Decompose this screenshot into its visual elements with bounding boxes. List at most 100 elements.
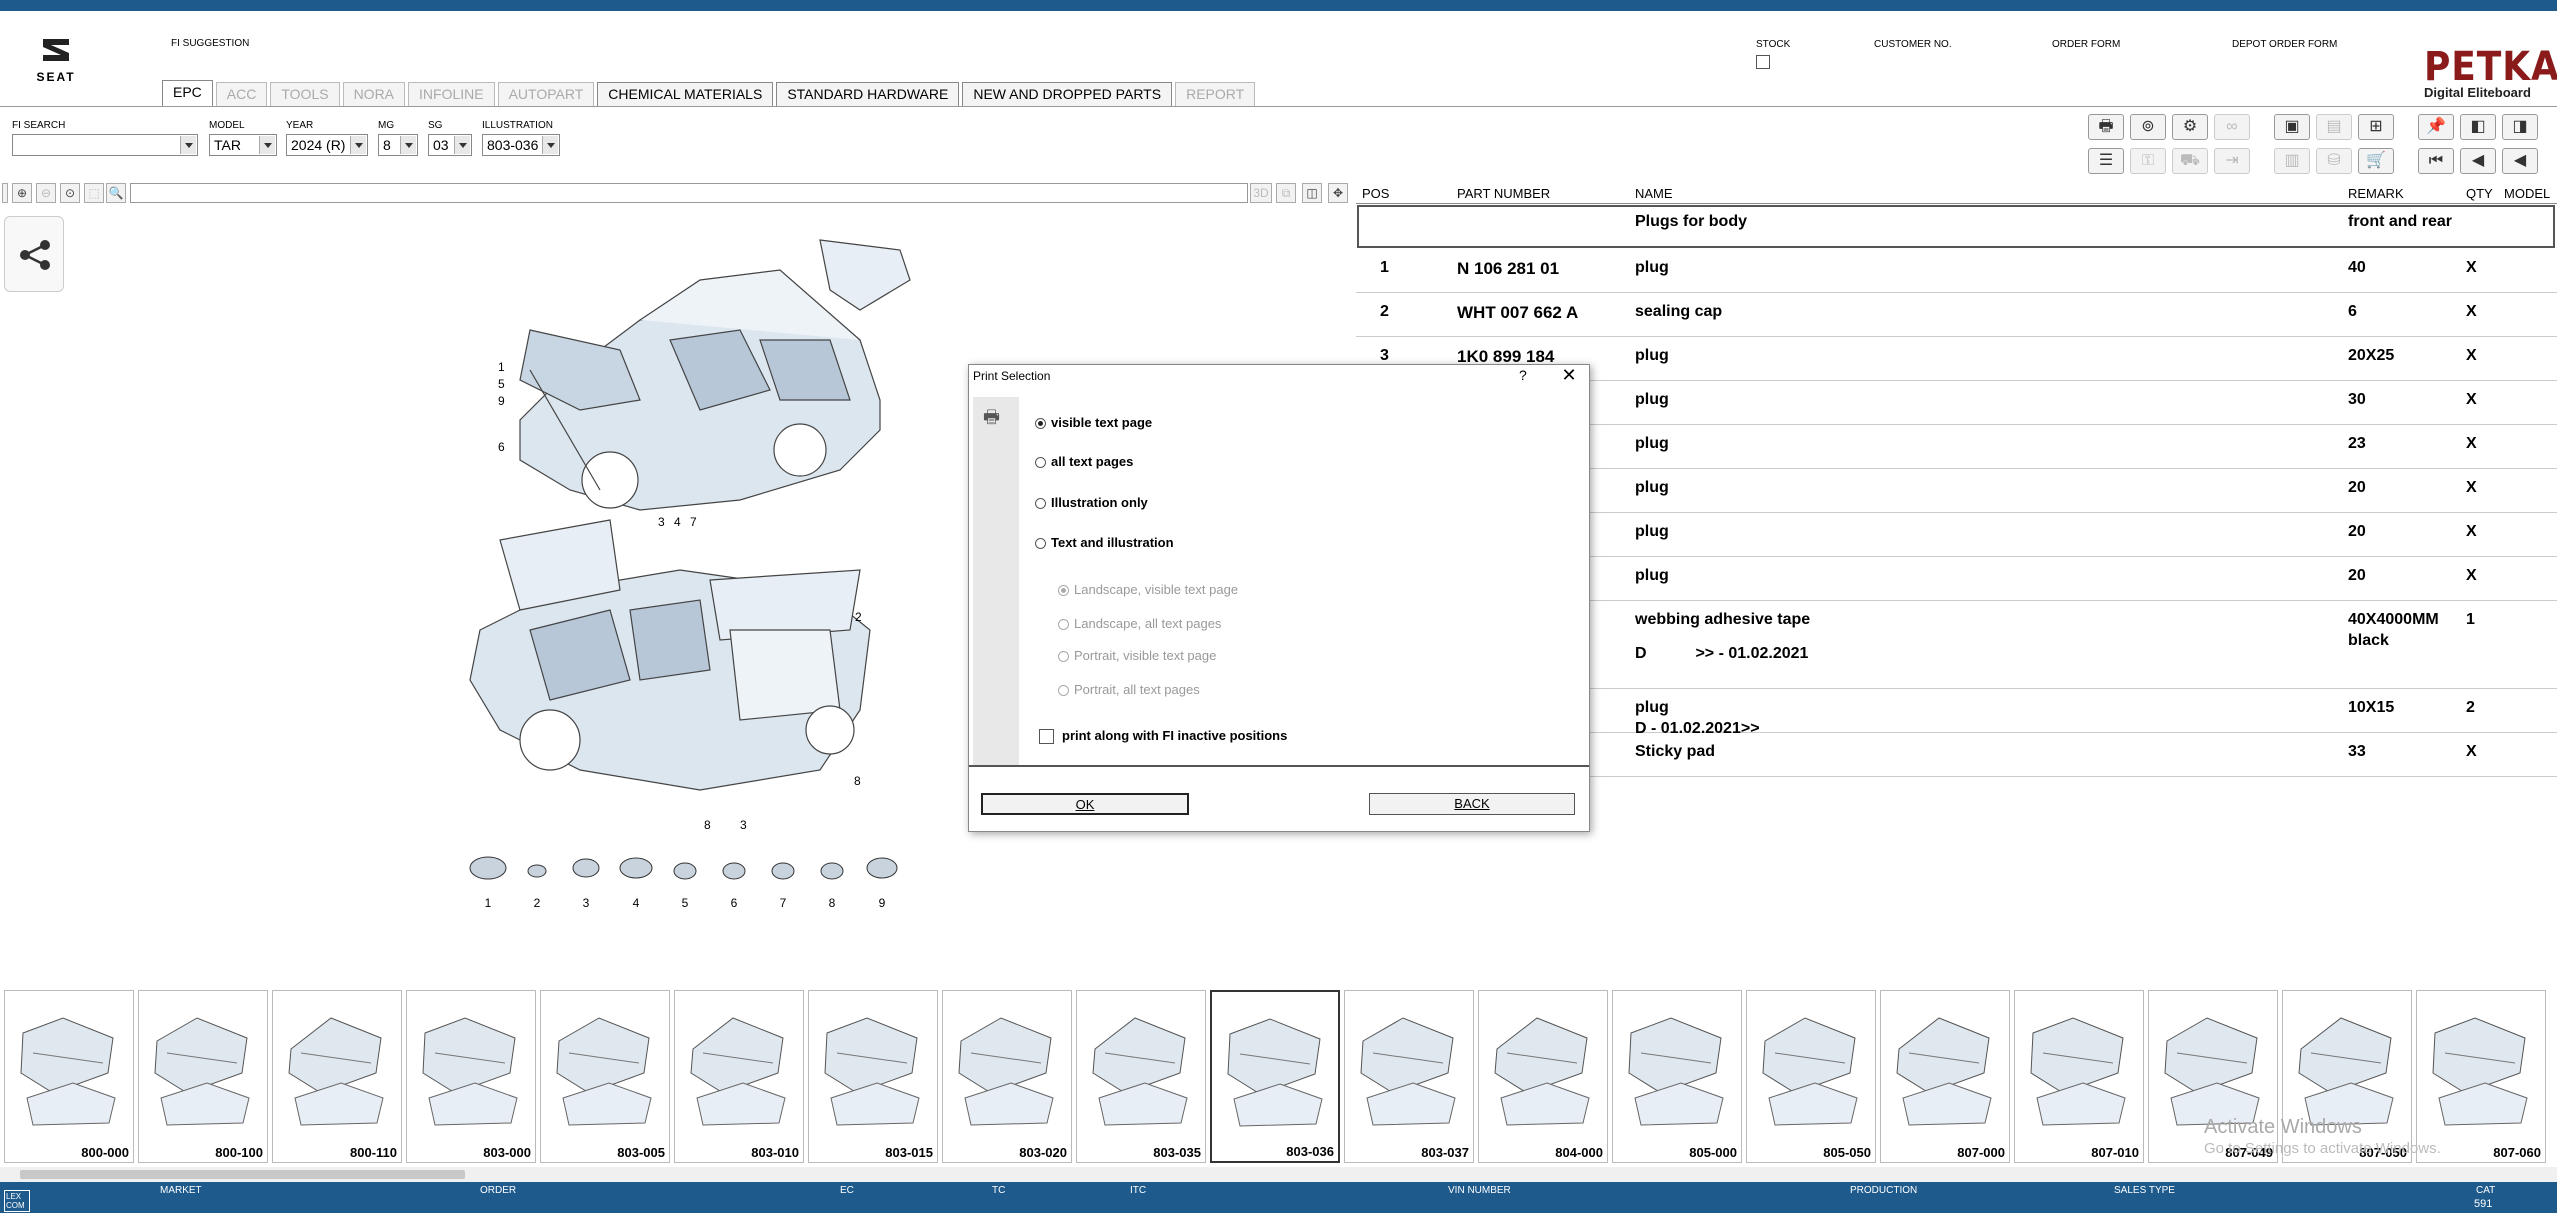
tab-tools[interactable]: TOOLS [270,82,340,107]
radio-off-icon[interactable] [1058,651,1069,663]
tab-report[interactable]: REPORT [1175,82,1256,107]
inactive-positions-option[interactable]: print along with FI inactive positions [1039,728,1287,745]
mg-select[interactable]: 8 [378,134,418,156]
key-icon[interactable]: ⚿ [2130,148,2166,174]
thumbnail-805-050[interactable]: 805-050 [1746,990,1876,1163]
zoom-in-icon[interactable]: ⊕ [12,183,32,203]
sg-select[interactable]: 03 [428,134,472,156]
radio-off-icon[interactable] [1035,457,1046,469]
chevron-down-icon[interactable] [400,136,416,154]
back-button[interactable]: BACK [1369,793,1575,815]
thumbnail-805-000[interactable]: 805-000 [1612,990,1742,1163]
hotspot-search-input[interactable] [130,183,1248,203]
thumbnail-803-020[interactable]: 803-020 [942,990,1072,1163]
thumbnail-803-037[interactable]: 803-037 [1344,990,1474,1163]
tab-autopart[interactable]: AUTOPART [497,82,595,107]
col-qty[interactable]: QTY [2466,186,2493,201]
col-model[interactable]: MODEL [2504,186,2550,201]
search-part-icon[interactable]: ⊚ [2130,114,2166,140]
stock-checkbox[interactable] [1756,55,1770,69]
chevron-down-icon[interactable] [350,136,366,154]
chevron-down-icon[interactable] [454,136,470,154]
car-icon[interactable]: ⛟ [2172,148,2208,174]
radio-on-icon[interactable] [1058,585,1069,597]
callout-1[interactable]: 1 [498,360,505,374]
model-select[interactable]: TAR [209,134,277,156]
thumbnail-803-015[interactable]: 803-015 [808,990,938,1163]
tab-epc[interactable]: EPC [162,80,213,107]
thumbnail-807-000[interactable]: 807-000 [1880,990,2010,1163]
zoom-out-icon[interactable]: ⊖ [36,183,56,203]
callout-2[interactable]: 2 [855,610,862,624]
col-name[interactable]: NAME [1635,186,1673,201]
thumbnail-800-110[interactable]: 800-110 [272,990,402,1163]
suboption-landscape-all[interactable]: Landscape, all text pages [1058,616,1221,631]
cart-icon[interactable]: 🛒 [2358,148,2394,174]
callout-8[interactable]: 8 [854,774,861,788]
tab-chemical-materials[interactable]: CHEMICAL MATERIALS [597,82,774,107]
fi-search-select[interactable] [12,134,198,156]
callout-3b[interactable]: 3 [740,818,747,832]
resize-icon[interactable]: ✥ [1328,183,1348,203]
first-icon[interactable]: ⏮ [2418,148,2454,174]
three-d-button[interactable]: 3D [1250,183,1272,203]
split-view-icon[interactable]: ⧉ [1276,183,1296,203]
col-remark[interactable]: REMARK [2348,186,2404,201]
range-icon[interactable]: ⇥ [2214,148,2250,174]
chevron-down-icon[interactable] [180,136,196,154]
thumbnail-803-036[interactable]: 803-036 [1210,990,1340,1163]
radio-off-icon[interactable] [1035,498,1046,510]
close-icon[interactable]: ✕ [1557,365,1581,387]
cart-add-icon[interactable]: ⊞ [2358,114,2394,140]
radio-off-icon[interactable] [1058,685,1069,697]
thumbnail-800-100[interactable]: 800-100 [138,990,268,1163]
radio-off-icon[interactable] [1058,619,1069,631]
zoom-fit-icon[interactable]: ⊙ [60,183,80,203]
scrollbar-thumb[interactable] [20,1170,465,1179]
radio-on-icon[interactable] [1035,418,1046,430]
thumbnail-800-000[interactable]: 800-000 [4,990,134,1163]
back-icon[interactable]: ◀ [2460,148,2496,174]
year-select[interactable]: 2024 (R) [286,134,368,156]
inactive-positions-checkbox[interactable] [1039,729,1054,745]
ok-button[interactable]: OK [981,793,1189,815]
elsa-icon[interactable]: ▣ [2274,114,2310,140]
option-text-and-illustration[interactable]: Text and illustration [1035,535,1174,550]
thumbnail-803-010[interactable]: 803-010 [674,990,804,1163]
callout-5[interactable]: 5 [498,377,505,391]
table-row[interactable]: 1 N 106 281 01 plug 40 X [1356,249,2557,293]
list-icon[interactable]: ☰ [2088,148,2124,174]
horizontal-scrollbar[interactable] [0,1167,2557,1182]
tab-infoline[interactable]: INFOLINE [408,82,495,107]
suboption-portrait-all[interactable]: Portrait, all text pages [1058,682,1200,697]
callout-6[interactable]: 6 [498,440,505,454]
table-row[interactable]: 2 WHT 007 662 A sealing cap 6 X [1356,293,2557,337]
order-icon[interactable]: ⛁ [2316,148,2352,174]
tab-new-and-dropped-parts[interactable]: NEW AND DROPPED PARTS [962,82,1173,107]
thumbnail-807-060[interactable]: 807-060 [2416,990,2546,1163]
thumbnail-807-010[interactable]: 807-010 [2014,990,2144,1163]
group-row[interactable]: Plugs for body front and rear [1357,205,2555,248]
col-pos[interactable]: POS [1362,186,1389,201]
thumbnail-803-005[interactable]: 803-005 [540,990,670,1163]
magnifier-icon[interactable]: 🔍 [106,183,126,203]
layout-icon[interactable]: ◫ [1302,183,1322,203]
splitter-handle[interactable] [2,183,8,203]
option-all-text-pages[interactable]: all text pages [1035,454,1133,469]
callout-3[interactable]: 3 [658,515,665,529]
callout-4[interactable]: 4 [674,515,681,529]
document-icon[interactable]: ▥ [2274,148,2310,174]
zoom-area-icon[interactable]: ⬚ [84,183,104,203]
tab-acc[interactable]: ACC [215,82,268,107]
compare-icon[interactable]: ∞ [2214,114,2250,140]
chevron-down-icon[interactable] [259,136,275,154]
callout-7[interactable]: 7 [690,515,697,529]
next-page-icon[interactable]: ◨ [2502,114,2538,140]
help-icon[interactable]: ? [1519,367,1527,383]
suboption-portrait-visible[interactable]: Portrait, visible text page [1058,648,1216,663]
triangle-left-icon[interactable]: ◀ [2502,148,2538,174]
option-illustration-only[interactable]: Illustration only [1035,495,1148,510]
pin-icon[interactable]: 📌 [2418,114,2454,140]
callout-9[interactable]: 9 [498,394,505,408]
illustration-select[interactable]: 803-036 [482,134,560,156]
